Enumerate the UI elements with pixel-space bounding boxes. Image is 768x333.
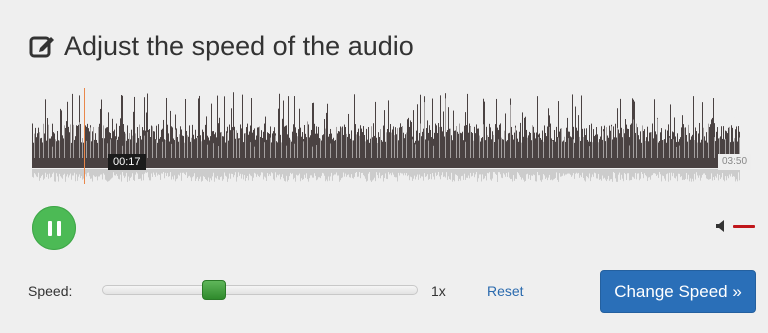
change-speed-button[interactable]: Change Speed » — [600, 270, 756, 313]
total-time: 03:50 — [718, 154, 752, 170]
speed-slider[interactable] — [102, 280, 418, 300]
page-title: Adjust the speed of the audio — [28, 28, 414, 64]
speed-label: Speed: — [28, 283, 73, 299]
speed-value: 1x — [431, 283, 446, 299]
audio-waveform[interactable] — [32, 88, 740, 188]
edit-icon — [29, 36, 54, 58]
volume-control[interactable] — [716, 220, 755, 232]
waveform-svg[interactable] — [32, 88, 740, 188]
reset-link[interactable]: Reset — [487, 283, 524, 299]
playhead[interactable] — [84, 88, 85, 184]
pause-icon — [47, 220, 61, 236]
play-pause-button[interactable] — [32, 206, 76, 250]
speed-slider-thumb[interactable] — [202, 280, 226, 300]
volume-level-bar[interactable] — [733, 224, 755, 228]
current-time: 00:17 — [108, 154, 146, 170]
speaker-icon[interactable] — [716, 220, 728, 232]
title-text: Adjust the speed of the audio — [64, 30, 414, 61]
